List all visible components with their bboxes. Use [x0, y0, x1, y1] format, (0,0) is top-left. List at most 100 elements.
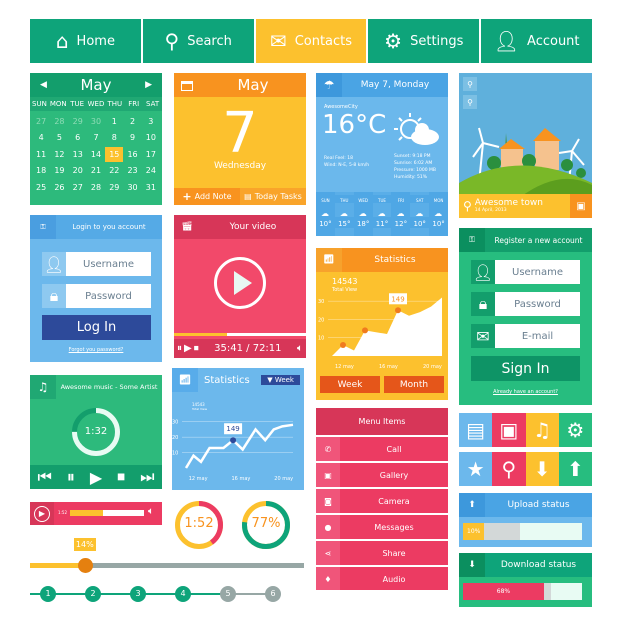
- calendar-day[interactable]: 10: [142, 133, 160, 142]
- slider-track[interactable]: [30, 563, 304, 568]
- username-input[interactable]: Username: [66, 252, 151, 276]
- pause-icon[interactable]: ⏸︎: [177, 343, 182, 354]
- previous-button[interactable]: ⏮︎: [37, 467, 51, 487]
- menu-item-camera[interactable]: ◙ Camera: [316, 489, 448, 513]
- calendar-day[interactable]: 16: [123, 150, 141, 159]
- next-button[interactable]: ⏭︎: [140, 467, 154, 487]
- upload-progress-bar: 10%: [463, 523, 582, 540]
- calendar-day[interactable]: 11: [32, 150, 50, 159]
- audio-progress[interactable]: [70, 510, 144, 516]
- data-point[interactable]: [230, 437, 237, 444]
- step-2[interactable]: 2: [85, 586, 101, 602]
- download-tile[interactable]: ⬇: [525, 452, 559, 486]
- data-point[interactable]: [395, 307, 401, 314]
- gear-tile[interactable]: ⚙: [558, 413, 592, 447]
- data-point[interactable]: [362, 327, 368, 334]
- calendar-day[interactable]: 4: [32, 133, 50, 142]
- calendar-day[interactable]: 26: [50, 183, 68, 192]
- week-button[interactable]: Week: [320, 376, 380, 393]
- calendar-day[interactable]: 28: [87, 183, 105, 192]
- calendar-day[interactable]: 21: [87, 166, 105, 175]
- calendar-day[interactable]: 12: [50, 150, 68, 159]
- star-tile[interactable]: ★: [459, 452, 493, 486]
- document-tile[interactable]: ▤: [459, 413, 493, 447]
- calendar-day[interactable]: 19: [50, 166, 68, 175]
- calendar-day[interactable]: 1: [105, 117, 123, 126]
- calendar-day[interactable]: 6: [69, 133, 87, 142]
- tab-search[interactable]: ⚲ Search: [142, 19, 256, 63]
- calendar-day[interactable]: 20: [69, 166, 87, 175]
- calendar-day[interactable]: 29: [69, 117, 87, 126]
- audio-play-button[interactable]: ▶: [30, 502, 54, 525]
- calendar-day[interactable]: 15: [105, 146, 124, 162]
- calendar-day[interactable]: 18: [32, 166, 50, 175]
- calendar-day[interactable]: 31: [142, 183, 160, 192]
- month-button[interactable]: Month: [384, 376, 444, 393]
- volume-icon[interactable]: 🔈︎: [148, 506, 154, 517]
- calendar-day[interactable]: 24: [142, 166, 160, 175]
- prev-month-button[interactable]: ◀: [40, 80, 47, 90]
- step-6[interactable]: 6: [265, 586, 281, 602]
- calendar-day[interactable]: 17: [142, 150, 160, 159]
- stop-button[interactable]: ⏹︎: [117, 467, 125, 487]
- calendar-day[interactable]: 5: [50, 133, 68, 142]
- zoom-in-button[interactable]: ⚲: [463, 77, 477, 91]
- gallery-button[interactable]: ▣: [570, 194, 592, 218]
- calendar-day[interactable]: 3: [142, 117, 160, 126]
- calendar-day[interactable]: 2: [123, 117, 141, 126]
- upload-tile[interactable]: ⬆: [558, 452, 592, 486]
- menu-item-messages[interactable]: ● Messages: [316, 515, 448, 539]
- reg-username-input[interactable]: Username: [495, 260, 580, 284]
- menu-item-share[interactable]: ⋖ Share: [316, 541, 448, 565]
- reg-email-input[interactable]: E-mail: [495, 324, 580, 348]
- step-5[interactable]: 5: [220, 586, 236, 602]
- calendar-day[interactable]: 30: [87, 117, 105, 126]
- tab-account[interactable]: 👤︎ Account: [481, 19, 592, 63]
- gallery-tile[interactable]: ▣: [492, 413, 526, 447]
- calendar-day[interactable]: 30: [123, 183, 141, 192]
- menu-item-gallery[interactable]: ▣ Gallery: [316, 463, 448, 487]
- zoom-out-button[interactable]: ⚲: [463, 95, 477, 109]
- step-4[interactable]: 4: [175, 586, 191, 602]
- music-note-tile[interactable]: ♫: [525, 413, 559, 447]
- video-progress[interactable]: [174, 333, 306, 336]
- calendar-day[interactable]: 9: [123, 133, 141, 142]
- tab-home[interactable]: ⌂ Home: [30, 19, 143, 63]
- today-tasks-button[interactable]: ▤ Today Tasks: [240, 188, 306, 205]
- forgot-password-link[interactable]: Forgot you password?: [30, 347, 162, 353]
- login-button[interactable]: Log In: [42, 315, 151, 340]
- add-note-button[interactable]: + Add Note: [174, 188, 240, 205]
- search-tile[interactable]: ⚲: [492, 452, 526, 486]
- calendar-day[interactable]: 14: [87, 150, 105, 159]
- volume-icon[interactable]: 🔈︎: [297, 343, 303, 354]
- calendar-day[interactable]: 7: [87, 133, 105, 142]
- next-month-button[interactable]: ▶: [145, 80, 152, 90]
- play-button[interactable]: [214, 257, 266, 309]
- calendar-day[interactable]: 25: [32, 183, 50, 192]
- calendar-day[interactable]: 29: [105, 183, 123, 192]
- calendar-day[interactable]: 28: [50, 117, 68, 126]
- calendar-day[interactable]: 22: [105, 166, 123, 175]
- sign-in-button[interactable]: Sign In: [471, 356, 580, 381]
- reg-password-input[interactable]: Password: [495, 292, 580, 316]
- slider-handle[interactable]: [77, 558, 93, 573]
- tab-contacts[interactable]: ✉ Contacts: [255, 19, 369, 63]
- pause-button[interactable]: ⏸︎: [67, 467, 75, 487]
- calendar-day[interactable]: 27: [32, 117, 50, 126]
- menu-item-audio[interactable]: ♦ Audio: [316, 567, 448, 590]
- week-dropdown[interactable]: ▼ Week: [261, 375, 300, 385]
- calendar-day[interactable]: 8: [105, 133, 123, 142]
- calendar-day[interactable]: 13: [69, 150, 87, 159]
- calendar-day[interactable]: 27: [69, 183, 87, 192]
- step-3[interactable]: 3: [130, 586, 146, 602]
- menu-item-call[interactable]: ✆ Call: [316, 437, 448, 461]
- already-account-link[interactable]: Already have an account?: [459, 389, 592, 395]
- password-input[interactable]: Password: [66, 284, 151, 308]
- step-1[interactable]: 1: [40, 586, 56, 602]
- tab-settings[interactable]: ⚙ Settings: [368, 19, 482, 63]
- stop-icon[interactable]: ⏹︎: [194, 343, 199, 354]
- play-button[interactable]: ▶︎: [90, 468, 102, 487]
- calendar-day[interactable]: 23: [123, 166, 141, 175]
- data-point[interactable]: [340, 342, 346, 349]
- play-small-icon[interactable]: ▶︎: [184, 343, 192, 354]
